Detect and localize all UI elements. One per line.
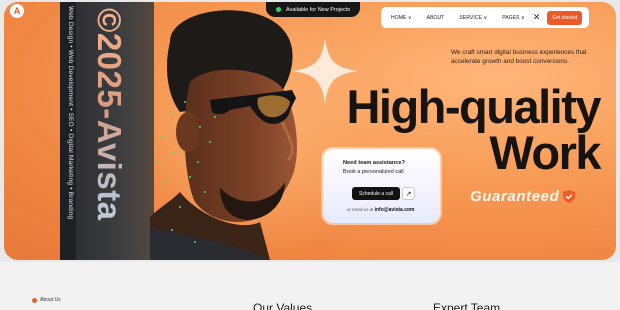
schedule-call-button[interactable]: Schedule a call	[352, 187, 400, 200]
assistance-subtitle: Book a personalized call	[343, 169, 404, 175]
about-us-label: About Us	[32, 297, 61, 303]
availability-text: Available for New Projects	[286, 6, 351, 13]
nav-service[interactable]: SERVICE ∨	[459, 15, 487, 21]
hero-tagline: We craft smart digital business experien…	[451, 49, 587, 66]
assistance-title: Need team assistance?	[343, 160, 405, 166]
availability-badge: Available for New Projects	[266, 2, 361, 17]
email-prefix: or email us at	[347, 207, 374, 212]
logo-letter: A	[13, 5, 21, 16]
nav-about[interactable]: ABOUT	[427, 15, 445, 21]
email-line: or email us at info@avista.com	[347, 207, 414, 213]
our-values-heading: Our Values	[253, 301, 313, 310]
main-nav: HOME ∨ ABOUT SERVICE ∨ PAGES ∨ ✕ Get sta…	[381, 7, 589, 28]
about-dot-icon	[32, 297, 37, 303]
expert-team-heading: Expert Team	[433, 301, 501, 310]
email-link[interactable]: info@avista.com	[375, 207, 415, 213]
headline-line-1: High-quality	[346, 80, 601, 133]
assistance-card: Need team assistance? Book a personalize…	[323, 149, 440, 223]
nav-pages[interactable]: PAGES ∨	[502, 15, 525, 21]
arrow-up-right-icon[interactable]: ↗	[402, 187, 415, 200]
nav-home[interactable]: HOME ∨	[391, 15, 412, 21]
guaranteed-text: Guaranteed	[470, 188, 560, 205]
brand-vertical-text: ©2025-Avista	[88, 8, 128, 258]
logo[interactable]: A	[10, 4, 24, 18]
shield-check-icon	[563, 190, 576, 203]
about-us-text: About Us	[40, 297, 61, 303]
guaranteed-label: Guaranteed	[470, 188, 576, 205]
page: Web Design • Web Development • SEO • Dig…	[0, 0, 620, 310]
get-started-button[interactable]: Get started	[547, 10, 583, 25]
close-icon[interactable]: ✕	[533, 13, 541, 22]
online-dot-icon	[276, 7, 281, 12]
services-list-text: Web Design • Web Development • SEO • Dig…	[67, 6, 74, 220]
